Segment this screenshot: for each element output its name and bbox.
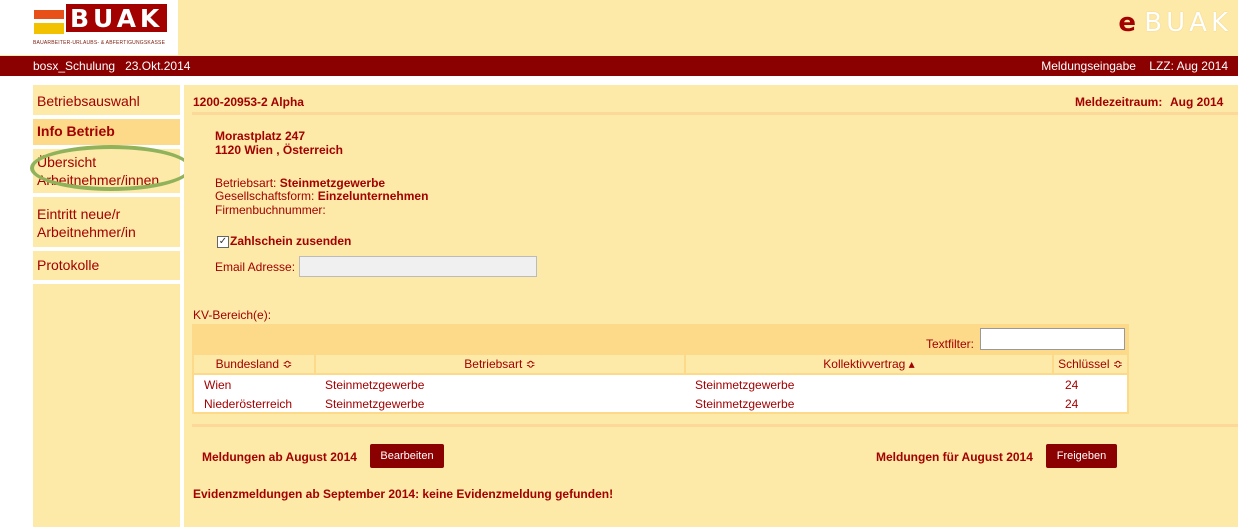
ebuak-logo: e BUAK [1118, 8, 1232, 38]
sidebar-item-protokolle[interactable]: Protokolle [33, 252, 180, 280]
col-header-schluessel[interactable]: Schlüssel ≎ [1054, 355, 1127, 373]
sidebar-item-info-betrieb[interactable]: Info Betrieb [33, 119, 180, 145]
session-bar: bosx_Schulung 23.Okt.2014 Meldungseingab… [0, 56, 1238, 76]
sidebar-divider [33, 247, 180, 251]
table-cell: Niederösterreich [204, 397, 293, 411]
table-cell: Wien [204, 378, 232, 392]
address-street: Morastplatz 247 [215, 129, 306, 143]
firmenbuch-label: Firmenbuchnummer: [215, 203, 326, 217]
evidenz-message: Evidenzmeldungen ab September 2014: kein… [193, 487, 614, 501]
gesellschaftsform-row: Gesellschaftsform: Einzelunternehmen [215, 189, 429, 203]
col-header-bundesland[interactable]: Bundesland ≎ [194, 355, 314, 373]
betriebsart-row: Betriebsart: Steinmetzgewerbe [215, 176, 386, 190]
table-cell: 24 [1065, 378, 1079, 392]
period-value: Aug 2014 [1170, 95, 1224, 109]
textfilter-input[interactable] [980, 328, 1125, 350]
zahlschein-checkbox[interactable]: ✓ [217, 236, 229, 248]
table-cell: Steinmetzgewerbe [695, 378, 795, 392]
email-label: Email Adresse: [215, 260, 296, 274]
sidebar-item-eintritt[interactable]: Eintritt neue/r Arbeitnehmer/in [33, 201, 180, 245]
table-cell: 24 [1065, 397, 1079, 411]
email-field[interactable] [299, 256, 537, 277]
kv-title: KV-Bereich(e): [193, 308, 272, 322]
sidebar-divider [33, 193, 180, 197]
table-cell: Steinmetzgewerbe [695, 397, 795, 411]
meldungen-fuer-label: Meldungen für August 2014 [876, 450, 1033, 464]
buak-logo[interactable]: BUAK BAUARBEITER-URLAUBS- & ABFERTIGUNGS… [0, 0, 178, 55]
freigeben-button[interactable]: Freigeben [1046, 444, 1117, 468]
col-header-kollektivvertrag[interactable]: Kollektivvertrag ▴ [686, 355, 1052, 373]
divider [192, 112, 1238, 115]
sidebar-item-betriebsauswahl[interactable]: Betriebsauswahl [33, 89, 180, 115]
zahlschein-label: Zahlschein zusenden [230, 234, 352, 248]
logo-text: BUAK [66, 4, 168, 33]
period-label: Meldezeitraum: [1075, 95, 1163, 109]
app-header [0, 0, 1238, 56]
bearbeiten-button[interactable]: Bearbeiten [370, 444, 444, 468]
highlight-annotation [30, 145, 192, 191]
session-user-date: bosx_Schulung 23.Okt.2014 [33, 59, 191, 73]
textfilter-label: Textfilter: [926, 337, 975, 351]
logo-flag-icon [34, 10, 64, 34]
meldungen-ab-label: Meldungen ab August 2014 [202, 450, 357, 464]
sidebar-divider [33, 280, 180, 284]
table-cell: Steinmetzgewerbe [325, 378, 425, 392]
divider [192, 424, 1238, 427]
company-id-name: 1200-20953-2 Alpha [193, 95, 304, 109]
address-city: 1120 Wien , Österreich [215, 143, 343, 157]
col-header-betriebsart[interactable]: Betriebsart ≎ [316, 355, 684, 373]
session-mode-period: Meldungseingabe LZZ: Aug 2014 [1041, 59, 1228, 73]
logo-subtitle: BAUARBEITER-URLAUBS- & ABFERTIGUNGSKASSE [33, 40, 166, 46]
table-cell: Steinmetzgewerbe [325, 397, 425, 411]
